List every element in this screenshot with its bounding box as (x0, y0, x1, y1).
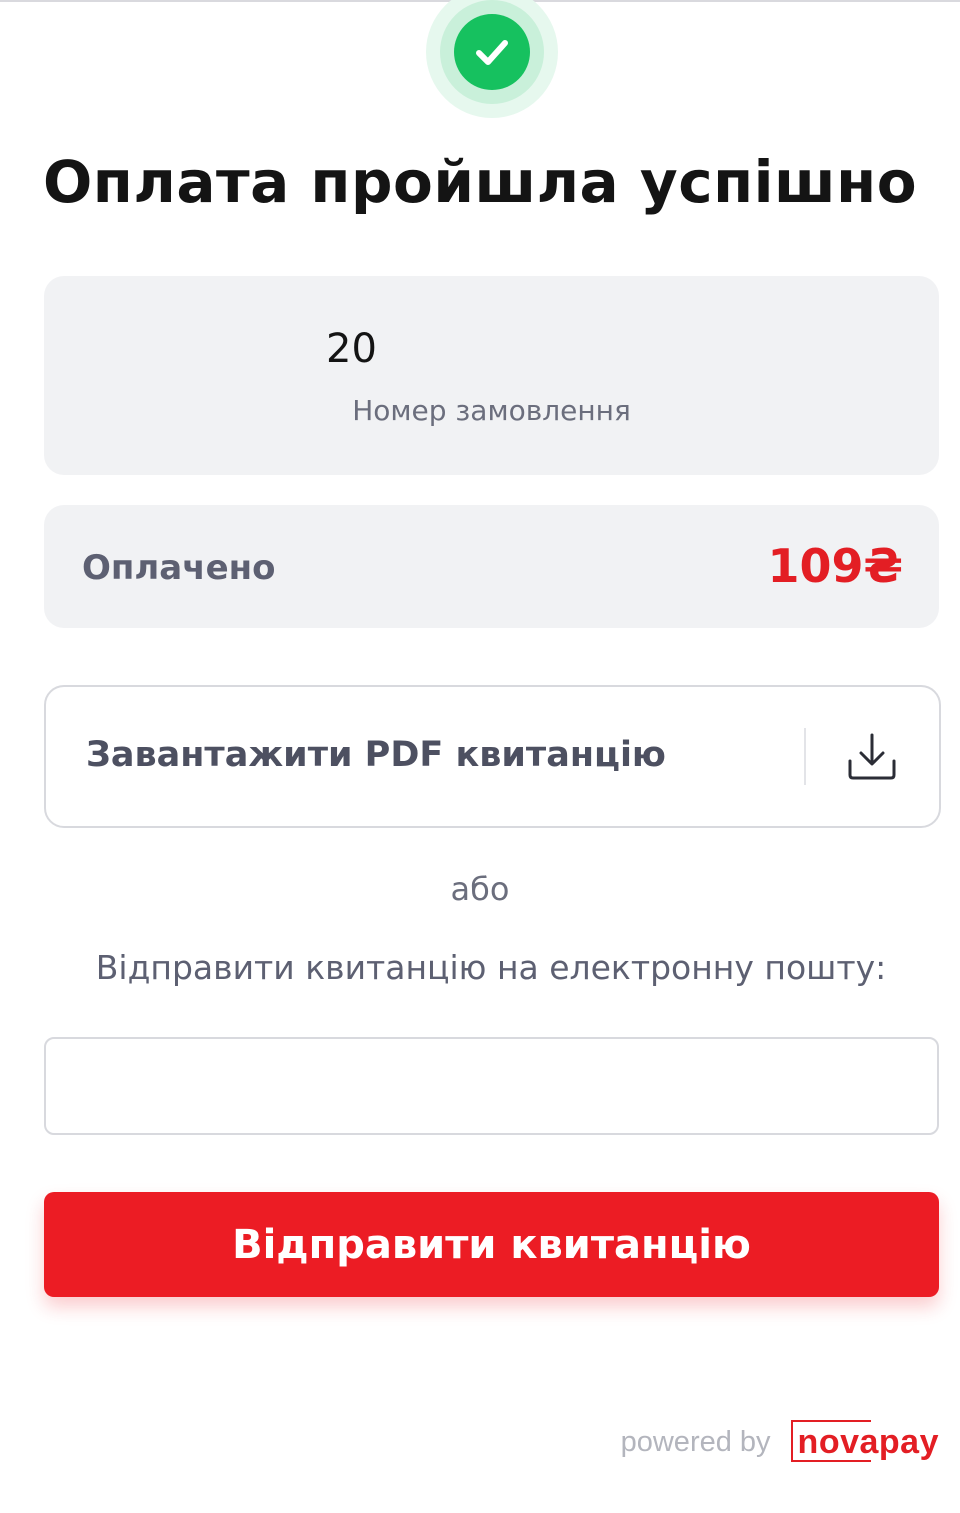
send-receipt-button[interactable]: Відправити квитанцію (44, 1192, 939, 1297)
or-separator: або (450, 870, 510, 908)
footer: powered by novapay (620, 1420, 939, 1462)
paid-label: Оплачено (82, 548, 276, 588)
order-number-label: Номер замовлення (352, 394, 631, 427)
download-pdf-label: Завантажити PDF квитанцію (86, 735, 666, 775)
download-icon (848, 733, 896, 780)
download-divider (804, 728, 806, 785)
download-pdf-receipt-button[interactable]: Завантажити PDF квитанцію (44, 685, 941, 828)
success-icon-ring (440, 0, 544, 104)
page-title: Оплата пройшла успішно (42, 148, 918, 216)
email-prompt: Відправити квитанцію на електронну пошту… (95, 948, 887, 987)
novapay-logo: novapay (790, 1420, 939, 1462)
order-number: 20 (326, 326, 377, 372)
paid-amount: 109₴ (767, 539, 903, 593)
checkmark-icon (476, 40, 508, 65)
logo-frame (790, 1420, 871, 1462)
email-input[interactable] (44, 1037, 939, 1135)
order-card: 20 Номер замовлення (44, 276, 939, 475)
powered-by-text: powered by (620, 1425, 771, 1458)
paid-card: Оплачено 109₴ (44, 505, 939, 628)
success-check-icon (426, 0, 558, 118)
success-icon-core (454, 14, 530, 90)
